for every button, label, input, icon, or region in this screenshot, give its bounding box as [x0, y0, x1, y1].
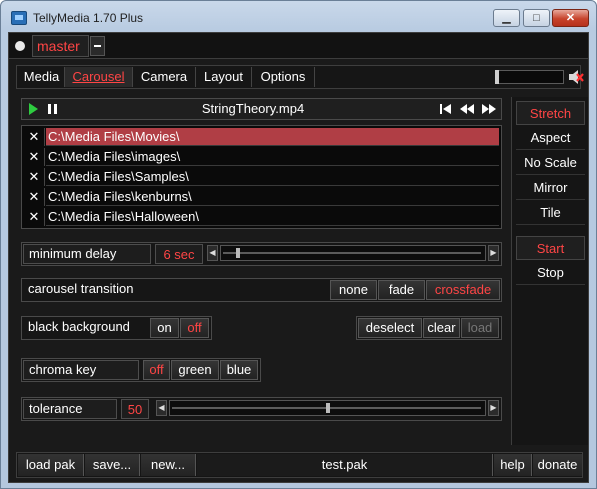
remove-folder-icon[interactable]: ✕: [24, 148, 45, 166]
chroma-blue-button[interactable]: blue: [220, 360, 258, 380]
stop-button[interactable]: Stop: [516, 261, 585, 285]
volume-slider[interactable]: [495, 70, 564, 84]
minimum-delay-label: minimum delay: [23, 244, 151, 264]
next-icon[interactable]: [480, 100, 498, 118]
list-item[interactable]: ✕ C:\Media Files\kenburns\: [24, 188, 499, 206]
pause-icon[interactable]: [44, 100, 62, 118]
donate-button[interactable]: donate: [533, 454, 582, 476]
tolerance-label: tolerance: [23, 399, 117, 419]
pak-name-field[interactable]: test.pak: [197, 454, 493, 476]
carousel-transition-label: carousel transition: [28, 281, 134, 296]
play-icon[interactable]: [24, 100, 42, 118]
black-background-on-button[interactable]: on: [150, 318, 179, 338]
client-area: master Media Carousel Camera Layout Opti…: [8, 32, 589, 483]
deselect-button[interactable]: deselect: [358, 318, 422, 338]
scale-noscale-button[interactable]: No Scale: [516, 151, 585, 175]
list-actions-group: deselect clear load: [356, 316, 502, 340]
delay-decrease-icon[interactable]: ◀: [207, 245, 218, 261]
folder-path[interactable]: C:\Media Files\Samples\: [46, 168, 499, 186]
remove-folder-icon[interactable]: ✕: [24, 208, 45, 226]
folder-path[interactable]: C:\Media Files\Movies\: [46, 128, 499, 146]
window-title: TellyMedia 1.70 Plus: [33, 11, 144, 25]
save-pak-button[interactable]: save...: [85, 454, 140, 476]
tolerance-decrease-icon[interactable]: ◀: [156, 400, 167, 416]
folder-list[interactable]: ✕ C:\Media Files\Movies\ ✕ C:\Media File…: [21, 125, 502, 229]
load-button[interactable]: load: [461, 318, 499, 338]
current-file-name: StringTheory.mp4: [201, 101, 305, 116]
slider-track-line: [223, 252, 481, 254]
black-background-off-button[interactable]: off: [180, 318, 209, 338]
remove-folder-icon[interactable]: ✕: [24, 128, 45, 146]
folder-path[interactable]: C:\Media Files\Halloween\: [46, 208, 499, 226]
minimum-delay-slider[interactable]: [220, 245, 486, 261]
minimum-delay-value: 6 sec: [155, 244, 203, 264]
scale-aspect-button[interactable]: Aspect: [516, 126, 585, 150]
tolerance-thumb[interactable]: [326, 403, 330, 413]
tab-media[interactable]: Media: [19, 67, 65, 87]
load-pak-button[interactable]: load pak: [18, 454, 84, 476]
maximize-button[interactable]: □: [523, 9, 550, 27]
list-item[interactable]: ✕ C:\Media Files\images\: [24, 148, 499, 166]
folder-path[interactable]: C:\Media Files\images\: [46, 148, 499, 166]
scale-mirror-button[interactable]: Mirror: [516, 176, 585, 200]
delay-increase-icon[interactable]: ▶: [488, 245, 499, 261]
mute-speaker-icon[interactable]: [568, 68, 584, 86]
tolerance-increase-icon[interactable]: ▶: [488, 400, 499, 416]
tab-layout[interactable]: Layout: [196, 67, 252, 87]
volume-slider-thumb[interactable]: [495, 70, 499, 84]
black-background-group: black background on off: [21, 316, 212, 340]
right-panel: Stretch Aspect No Scale Mirror Tile Star…: [511, 97, 588, 445]
start-button[interactable]: Start: [516, 236, 585, 260]
tolerance-slider[interactable]: [169, 400, 486, 416]
transition-fade-button[interactable]: fade: [378, 280, 425, 300]
app-icon: [11, 11, 27, 25]
remove-master-button[interactable]: [90, 36, 105, 56]
chroma-key-label: chroma key: [23, 360, 139, 380]
app-window: TellyMedia 1.70 Plus ▁ □ ✕ master Media …: [0, 0, 597, 489]
master-indicator-icon[interactable]: [15, 41, 25, 51]
transport-bar: StringTheory.mp4: [21, 98, 502, 120]
chroma-key-group: chroma key off green blue: [21, 358, 261, 382]
tolerance-group: tolerance 50 ◀ ▶: [21, 397, 502, 421]
master-tab[interactable]: master: [32, 35, 89, 57]
list-item[interactable]: ✕ C:\Media Files\Samples\: [24, 168, 499, 186]
minimum-delay-group: minimum delay 6 sec ◀ ▶: [21, 242, 502, 266]
close-button[interactable]: ✕: [552, 9, 589, 27]
master-row: master: [9, 33, 588, 59]
clear-button[interactable]: clear: [423, 318, 460, 338]
transition-none-button[interactable]: none: [330, 280, 377, 300]
folder-path[interactable]: C:\Media Files\kenburns\: [46, 188, 499, 206]
tab-camera[interactable]: Camera: [133, 67, 196, 87]
remove-folder-icon[interactable]: ✕: [24, 188, 45, 206]
list-item[interactable]: ✕ C:\Media Files\Movies\: [24, 128, 499, 146]
previous-icon[interactable]: [458, 100, 476, 118]
tab-carousel[interactable]: Carousel: [65, 67, 133, 87]
skip-to-start-icon[interactable]: [437, 100, 455, 118]
bottom-bar: load pak save... new... test.pak help do…: [16, 452, 583, 478]
chroma-off-button[interactable]: off: [143, 360, 170, 380]
tab-options[interactable]: Options: [252, 67, 315, 87]
tolerance-value: 50: [121, 399, 149, 419]
scale-tile-button[interactable]: Tile: [516, 201, 585, 225]
chroma-green-button[interactable]: green: [171, 360, 219, 380]
main-nav: Media Carousel Camera Layout Options: [16, 65, 584, 89]
new-pak-button[interactable]: new...: [141, 454, 196, 476]
minimize-button[interactable]: ▁: [493, 9, 520, 27]
minimum-delay-thumb[interactable]: [236, 248, 240, 258]
black-background-label: black background: [28, 319, 130, 334]
transition-crossfade-button[interactable]: crossfade: [426, 280, 500, 300]
list-item[interactable]: ✕ C:\Media Files\Halloween\: [24, 208, 499, 226]
scale-stretch-button[interactable]: Stretch: [516, 101, 585, 125]
carousel-transition-group: carousel transition none fade crossfade: [21, 278, 502, 302]
title-bar[interactable]: TellyMedia 1.70 Plus ▁ □ ✕: [1, 1, 596, 33]
help-button[interactable]: help: [494, 454, 532, 476]
remove-folder-icon[interactable]: ✕: [24, 168, 45, 186]
